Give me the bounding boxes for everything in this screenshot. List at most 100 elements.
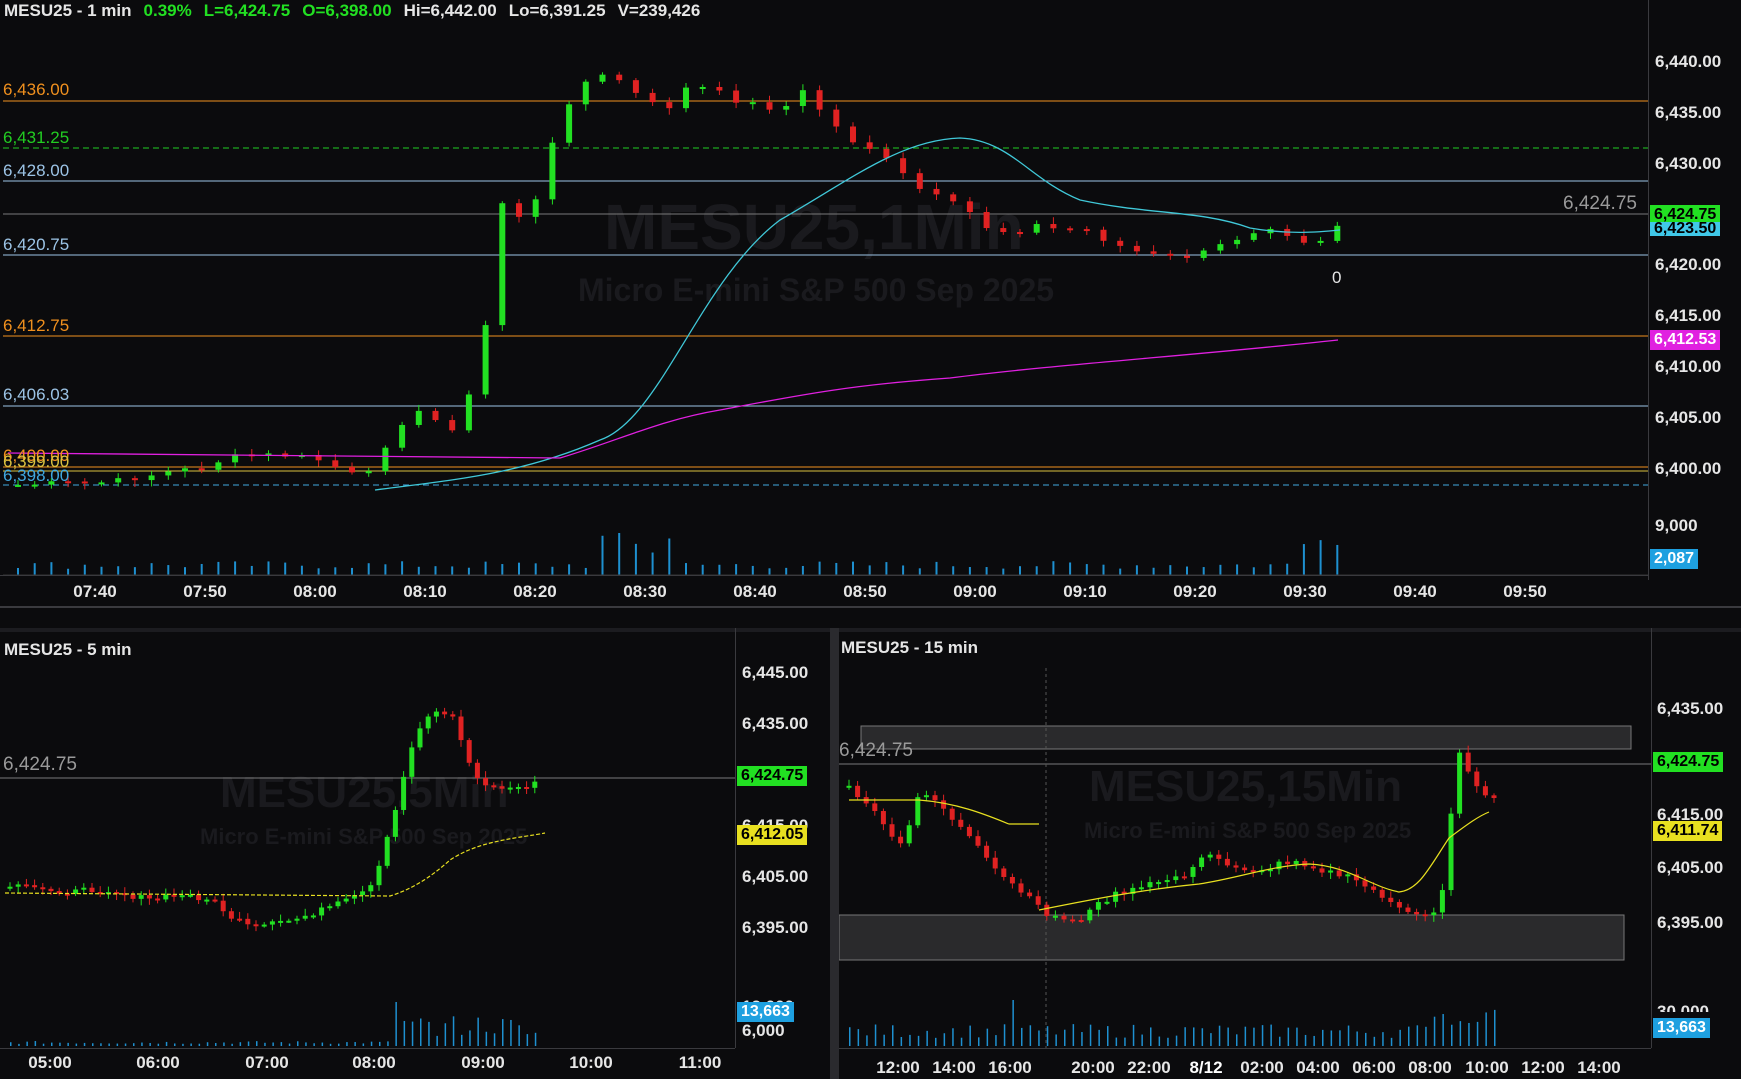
- candle-body: [499, 203, 506, 326]
- volume-bar: [1135, 565, 1138, 575]
- candle-body: [1190, 867, 1196, 877]
- main-axis-divider: [1648, 0, 1649, 580]
- volume-bar: [1347, 1025, 1350, 1046]
- candle-body: [933, 188, 940, 195]
- candle-body: [1184, 255, 1190, 258]
- volume-bar: [868, 565, 871, 575]
- candle-body: [483, 778, 489, 786]
- volume-bar: [634, 543, 637, 575]
- volume-bar: [1485, 1012, 1487, 1046]
- level-label-6412: 6,412.75: [3, 316, 70, 335]
- time-tick: 08:00: [1408, 1058, 1452, 1077]
- candle-body: [1017, 232, 1023, 235]
- candle-body: [983, 212, 990, 229]
- left-last-line-label: 6,424.75: [3, 754, 77, 775]
- main-plot-area[interactable]: [0, 0, 1650, 580]
- volume-bar: [902, 565, 905, 575]
- candle-body: [1070, 919, 1076, 922]
- candle-body: [766, 102, 773, 110]
- volume-bar: [83, 564, 86, 575]
- time-tick: 08:30: [623, 582, 667, 601]
- right-time-axis-line: [839, 1048, 1651, 1049]
- candle-body: [81, 887, 87, 890]
- volume-bar: [768, 568, 771, 575]
- candle-body: [245, 918, 251, 925]
- candle-body: [360, 891, 366, 896]
- level-label-6436: 6,436.00: [3, 80, 70, 99]
- price-tick: 6,415.00: [1655, 306, 1722, 325]
- volume-bar: [909, 1034, 911, 1046]
- volume-bar: [1425, 1026, 1427, 1046]
- volume-bar: [200, 563, 203, 575]
- candle-body: [1133, 245, 1140, 252]
- candle-body: [1164, 880, 1170, 883]
- volume-bar: [174, 1043, 176, 1046]
- volume-bar: [351, 567, 353, 575]
- volume-bar: [384, 564, 387, 575]
- volume-bar: [215, 1043, 217, 1046]
- price-tick: 6,430.00: [1655, 154, 1722, 173]
- volume-bar: [1322, 1029, 1324, 1046]
- time-tick: 14:00: [1577, 1058, 1621, 1077]
- candle-body: [98, 482, 105, 485]
- time-tick: 08:00: [352, 1053, 396, 1072]
- moving-average-line: [374, 137, 1341, 491]
- volume-bar: [256, 1041, 258, 1046]
- volume-bar: [1218, 1025, 1221, 1046]
- candle-body: [425, 716, 431, 729]
- candle-body: [212, 899, 218, 902]
- candle-body: [1293, 860, 1299, 865]
- candle-body: [163, 894, 169, 900]
- candle-body: [524, 787, 530, 790]
- volume-bar: [935, 1037, 937, 1046]
- candle-body: [846, 785, 852, 788]
- candle-body: [384, 836, 390, 866]
- volume-bar: [321, 1042, 324, 1046]
- volume-bar: [1085, 564, 1088, 575]
- volume-bar: [198, 1043, 201, 1046]
- volume-bar: [59, 1042, 61, 1046]
- volume-bar: [943, 1033, 946, 1046]
- time-tick: 09:50: [1503, 582, 1547, 601]
- volume-bar: [501, 564, 504, 575]
- left-plot-area[interactable]: [0, 628, 735, 1048]
- volume-bar: [1186, 566, 1188, 575]
- candle-body: [532, 199, 539, 217]
- price-tick: 6,445.00: [742, 663, 809, 682]
- volume-bar: [969, 1025, 971, 1046]
- candle-body: [1474, 771, 1480, 787]
- volume-bar: [995, 1035, 997, 1046]
- volume-bar: [451, 566, 454, 575]
- volume-bar: [329, 1043, 332, 1046]
- right-plot-area[interactable]: [839, 628, 1651, 1048]
- volume-bar: [685, 563, 687, 575]
- price-tick: 6,400.00: [1655, 459, 1722, 478]
- time-tick: 08:50: [843, 582, 887, 601]
- candle-body: [130, 894, 136, 899]
- volume-bar: [1052, 561, 1055, 575]
- left-chart-panel[interactable]: MESU25 - 5 min MESU25,5Min Micro E-mini …: [0, 628, 830, 1079]
- candle-body: [40, 887, 46, 890]
- candle-body: [1018, 883, 1024, 893]
- left-last-price-tag: 6,424.75: [737, 766, 808, 786]
- candle-body: [1000, 228, 1007, 233]
- volume-bar: [10, 1042, 12, 1046]
- time-tick: 08:20: [513, 582, 557, 601]
- panel-splitter[interactable]: [830, 628, 839, 1079]
- volume-bar: [1365, 1032, 1367, 1046]
- volume-bar: [165, 1041, 168, 1046]
- volume-bar: [1302, 544, 1305, 575]
- candle-body: [1216, 854, 1222, 859]
- right-last-price-tag: 6,424.75: [1653, 752, 1724, 772]
- volume-bar: [1236, 564, 1239, 575]
- volume-bar: [493, 1033, 496, 1046]
- volume-bar: [1270, 1024, 1272, 1046]
- candle-body: [1044, 904, 1050, 916]
- main-scrollbar[interactable]: [0, 606, 1741, 608]
- volume-bar: [584, 567, 587, 575]
- main-chart-panel[interactable]: MESU25 - 1 min 0.39% L=6,424.75 O=6,398.00 H…: [0, 0, 1741, 608]
- right-chart-panel[interactable]: MESU25 - 15 min MESU25,15Min Micro E-min…: [839, 628, 1741, 1079]
- candle-body: [833, 109, 840, 127]
- candle-body: [482, 325, 489, 395]
- volume-bar: [1169, 565, 1172, 575]
